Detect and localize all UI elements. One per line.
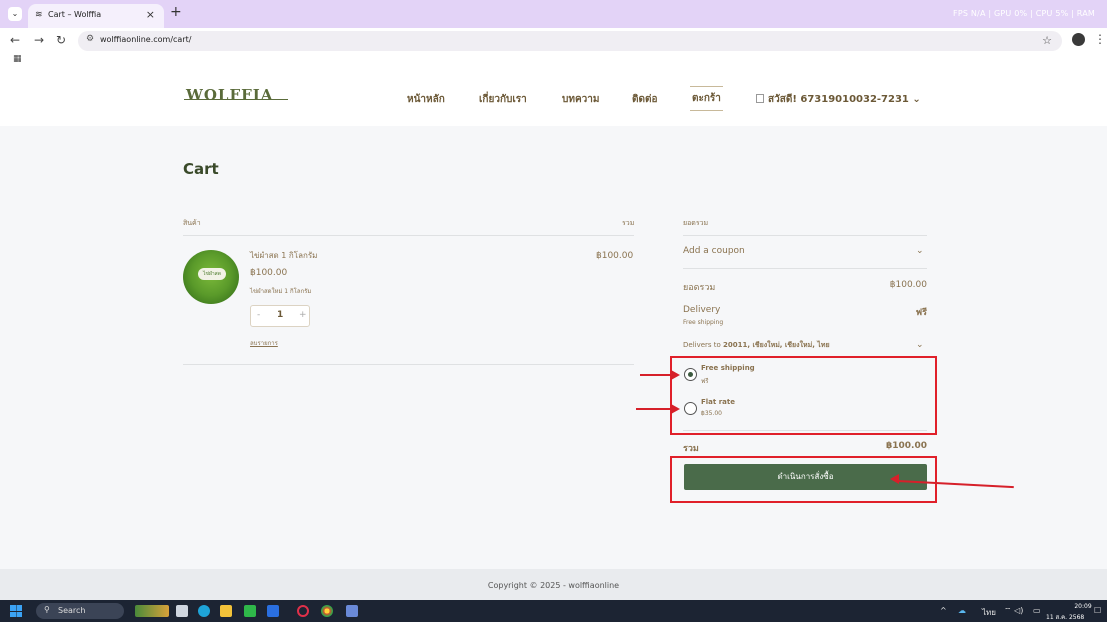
clock-time[interactable]: 20:09 — [1070, 603, 1096, 610]
file-explorer-icon[interactable] — [220, 605, 232, 617]
annotation-arrow-line — [636, 408, 673, 410]
total-value: ฿100.00 — [886, 441, 927, 451]
line-app-icon[interactable] — [244, 605, 256, 617]
tray-chevron-up-icon[interactable]: ^ — [940, 606, 947, 615]
network-volume-icon[interactable]: ⌔ ◁) — [1004, 606, 1023, 616]
annotation-arrow-head — [671, 370, 680, 380]
chevron-down-icon[interactable]: ⌄ — [916, 246, 924, 256]
snipping-tool-icon[interactable] — [346, 605, 358, 617]
search-icon: ⚲ — [44, 605, 50, 614]
copyright-text: Copyright © 2025 - wolffiaonline — [487, 581, 620, 590]
taskbar-search[interactable]: ⚲ Search — [36, 603, 124, 619]
menu-kebab-icon[interactable]: ⋮ — [1094, 32, 1106, 46]
url-field[interactable]: ⚙ wolffiaonline.com/cart/ ☆ — [78, 31, 1062, 51]
reload-icon[interactable]: ↻ — [56, 33, 66, 47]
widgets-icon[interactable] — [135, 605, 169, 617]
page-title: Cart — [183, 160, 219, 178]
wolffia-favicon-icon: ≋ — [35, 10, 43, 20]
battery-icon[interactable]: ▭ — [1033, 606, 1041, 615]
edge-browser-icon[interactable] — [198, 605, 210, 617]
profile-avatar[interactable] — [1072, 33, 1085, 46]
annotation-arrow-head — [671, 404, 680, 414]
quantity-increase-button[interactable]: + — [299, 310, 307, 320]
clock-date[interactable]: 11 ส.ค. 2568 — [1046, 612, 1084, 622]
totals-header: ยอดรวม — [683, 219, 709, 227]
performance-overlay: FPS N/A | GPU 0% | CPU 5% | RAM — [953, 9, 1095, 18]
logo-underline — [184, 99, 288, 100]
delivery-label: Delivery — [683, 305, 721, 315]
column-header-total: รวม — [622, 219, 635, 227]
annotation-box-shipping — [670, 356, 937, 435]
remove-item-link[interactable]: ลบรายการ — [250, 338, 278, 348]
nav-contact[interactable]: ติดต่อ — [632, 92, 658, 107]
tab-title: Cart – Wolffia — [48, 10, 102, 19]
annotation-arrow-line — [640, 374, 673, 376]
cart-page — [0, 126, 1107, 569]
site-info-icon[interactable]: ⚙ — [86, 34, 94, 44]
total-label: รวม — [683, 444, 699, 454]
tab-close-icon[interactable]: × — [146, 8, 155, 21]
column-header-product: สินค้า — [183, 219, 201, 227]
add-coupon-toggle[interactable]: Add a coupon — [683, 246, 745, 256]
site-footer: Copyright © 2025 - wolffiaonline — [0, 569, 1107, 600]
bookmark-star-icon[interactable]: ☆ — [1042, 34, 1052, 47]
apps-grid-icon[interactable]: ▦ — [13, 54, 22, 64]
divider — [183, 364, 634, 365]
quantity-stepper: - 1 + — [250, 305, 310, 327]
new-tab-button[interactable]: + — [170, 4, 182, 20]
chevron-down-icon[interactable]: ⌄ — [916, 340, 924, 350]
divider — [683, 235, 927, 236]
opera-browser-icon[interactable] — [297, 605, 309, 617]
delivery-method: Free shipping — [683, 319, 724, 326]
product-description: ไข่ผำสดใหม่ 1 กิโลกรัม — [250, 288, 312, 295]
user-account-menu[interactable]: สวัสดี! 67319010032-7231 ⌄ — [768, 92, 921, 107]
divider — [183, 235, 634, 236]
nav-home[interactable]: หน้าหลัก — [407, 92, 445, 107]
delivers-to-prefix: Delivers to — [683, 341, 724, 349]
site-header: WOLFFIA หน้าหลัก เกี่ยวกับเรา บทความ ติด… — [0, 68, 1107, 126]
user-icon — [756, 94, 764, 103]
tab-cart[interactable]: ≋ Cart – Wolffia × — [28, 4, 164, 28]
bookmarks-bar: ▦ — [0, 54, 1107, 68]
subtotal-label: ยอดรวม — [683, 283, 716, 293]
onedrive-icon[interactable]: ☁ — [958, 606, 966, 615]
tab-bar: ⌄ ≋ Cart – Wolffia × + FPS N/A | GPU 0% … — [0, 0, 1107, 28]
nav-about[interactable]: เกี่ยวกับเรา — [479, 92, 527, 107]
tab-search-icon[interactable]: ⌄ — [8, 7, 22, 21]
product-name[interactable]: ไข่ผำสด 1 กิโลกรัม — [250, 249, 317, 262]
nav-cart[interactable]: ตะกร้า — [690, 86, 723, 111]
windows-start-icon[interactable] — [10, 605, 22, 617]
subtotal-value: ฿100.00 — [889, 280, 927, 290]
delivers-to-address: 20011, เชียงใหม่, เชียงใหม่, ไทย — [723, 341, 830, 349]
delivers-to[interactable]: Delivers to 20011, เชียงใหม่, เชียงใหม่,… — [683, 340, 830, 351]
annotation-arrow-head — [890, 474, 899, 484]
site-logo[interactable]: WOLFFIA — [186, 86, 273, 104]
forward-arrow-icon[interactable]: → — [34, 33, 44, 47]
url-text: wolffiaonline.com/cart/ — [100, 35, 192, 44]
delivery-value: ฟรี — [915, 308, 927, 318]
quantity-decrease-button[interactable]: - — [257, 310, 260, 320]
address-bar-row: ← → ↻ ⚙ wolffiaonline.com/cart/ ☆ — [0, 28, 1107, 54]
product-price: ฿100.00 — [250, 268, 288, 278]
nav-articles[interactable]: บทความ — [562, 92, 599, 107]
taskbar-search-label: Search — [58, 606, 86, 615]
back-arrow-icon[interactable]: ← — [10, 33, 20, 47]
line-total: ฿100.00 — [596, 251, 634, 261]
task-view-icon[interactable] — [176, 605, 188, 617]
product-image-label: ไข่ผำสด — [198, 268, 226, 280]
divider — [683, 268, 927, 269]
quantity-value[interactable]: 1 — [277, 310, 283, 320]
chrome-browser-icon[interactable] — [321, 605, 333, 617]
store-app-icon[interactable] — [267, 605, 279, 617]
windows-taskbar: ⚲ Search ^ ☁ ไทย ⌔ ◁) ▭ ☐ — [0, 600, 1107, 622]
input-language[interactable]: ไทย — [982, 606, 996, 619]
